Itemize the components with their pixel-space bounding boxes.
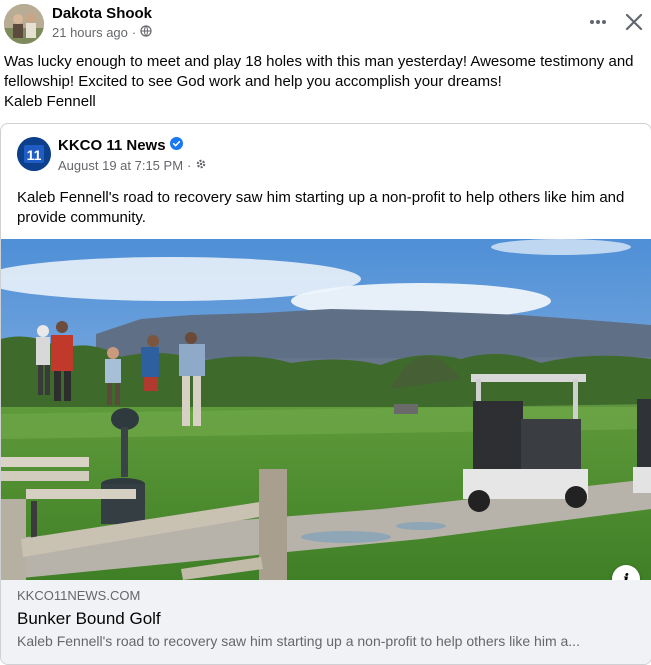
avatar[interactable] [4,4,44,44]
shared-post-meta: August 19 at 7:15 PM · [58,158,207,173]
globe-icon[interactable] [140,25,152,40]
link-description: Kaleb Fennell's road to recovery saw him… [17,633,580,649]
meta-separator: · [131,25,137,40]
author-name[interactable]: Dakota Shook [52,5,152,22]
gear-icon[interactable] [195,158,207,173]
kkco-logo-icon: 11 [17,137,51,171]
more-options-button[interactable] [584,10,612,34]
meta-separator: · [187,158,192,173]
shared-post-timestamp[interactable]: August 19 at 7:15 PM [58,158,183,173]
link-preview-footer[interactable]: KKCO11NEWS.COM Bunker Bound Golf Kaleb F… [1,580,651,664]
close-button[interactable] [622,10,646,34]
link-domain: KKCO11NEWS.COM [17,588,141,603]
more-dots-icon [590,20,606,24]
page-name: KKCO 11 News [58,137,183,154]
page-name-label[interactable]: KKCO 11 News [58,137,166,154]
close-icon [625,13,643,31]
post-meta: 21 hours ago · [52,25,152,40]
shared-post-card[interactable]: 11 KKCO 11 News August 19 at 7:15 PM · K… [0,123,651,665]
link-title[interactable]: Bunker Bound Golf [17,609,161,629]
svg-text:11: 11 [27,147,42,163]
verified-badge-icon [169,137,183,154]
post-text: Was lucky enough to meet and play 18 hol… [4,53,634,110]
post-header: Dakota Shook 21 hours ago · [0,0,651,48]
shared-post-text: Kaleb Fennell's road to recovery saw him… [17,189,625,226]
post-timestamp[interactable]: 21 hours ago [52,25,128,40]
avatar-photo [4,4,44,44]
link-preview-image[interactable] [1,239,651,580]
page-logo[interactable]: 11 [17,137,51,171]
